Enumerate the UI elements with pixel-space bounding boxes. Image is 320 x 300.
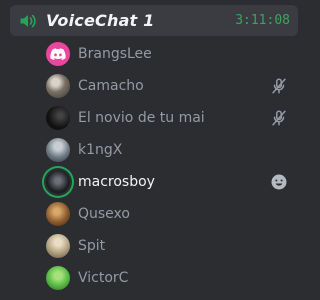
speaker-icon — [20, 14, 36, 27]
voice-channel-header[interactable]: VoiceChat 1 3:11:08 — [10, 5, 298, 36]
channel-name: VoiceChat 1 — [46, 11, 155, 30]
emoji-icon — [271, 174, 287, 190]
discord-logo-icon — [50, 48, 66, 60]
avatar — [46, 74, 70, 98]
voice-user[interactable]: VictorC — [36, 264, 298, 292]
voice-user[interactable]: Spit — [36, 232, 298, 260]
voice-user[interactable]: BrangsLee — [36, 40, 298, 68]
voice-user[interactable]: El novio de tu mai — [36, 104, 298, 132]
avatar — [46, 266, 70, 290]
avatar — [46, 234, 70, 258]
avatar — [46, 42, 70, 66]
avatar — [46, 106, 70, 130]
voice-user[interactable]: macrosboy — [36, 168, 298, 196]
username: BrangsLee — [78, 46, 152, 62]
mic-muted-icon — [272, 78, 286, 94]
username: VictorC — [78, 270, 129, 286]
voice-user[interactable]: Qusexo — [36, 200, 298, 228]
avatar — [46, 170, 70, 194]
avatar — [46, 202, 70, 226]
voice-user[interactable]: Camacho — [36, 72, 298, 100]
voice-user[interactable]: k1ngX — [36, 136, 298, 164]
username: El novio de tu mai — [78, 110, 205, 126]
username: macrosboy — [78, 174, 155, 190]
call-timer: 3:11:08 — [235, 13, 290, 28]
avatar — [46, 138, 70, 162]
username: Qusexo — [78, 206, 130, 222]
username: Spit — [78, 238, 106, 254]
mic-muted-icon — [272, 110, 286, 126]
username: Camacho — [78, 78, 144, 94]
username: k1ngX — [78, 142, 123, 158]
